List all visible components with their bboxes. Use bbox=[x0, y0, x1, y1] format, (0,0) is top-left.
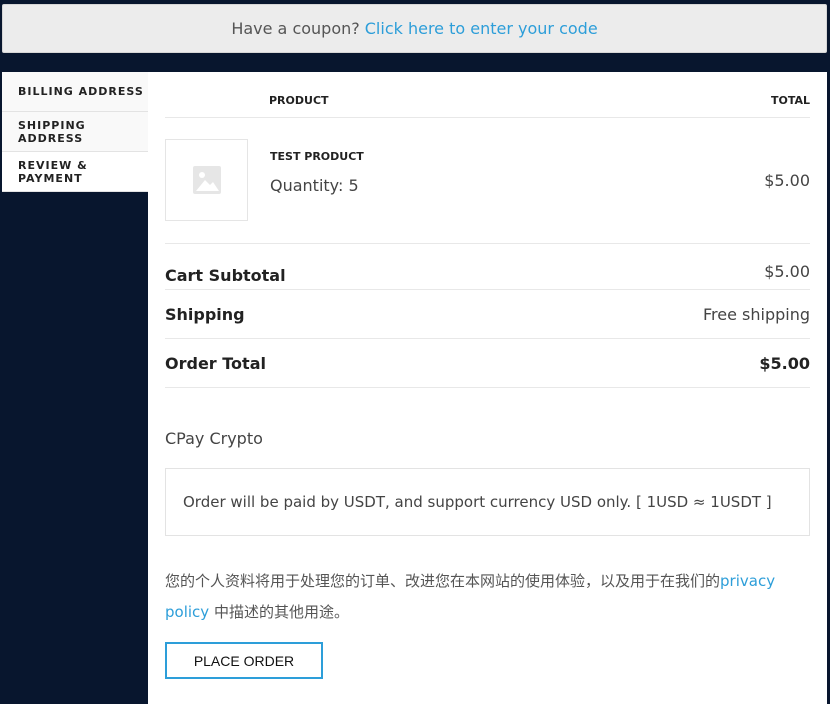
privacy-text-after: 中描述的其他用途。 bbox=[209, 603, 349, 621]
coupon-prompt: Have a coupon? bbox=[231, 19, 360, 38]
cart-subtotal-row: Cart Subtotal $5.00 bbox=[165, 244, 810, 290]
shipping-row: Shipping Free shipping bbox=[165, 290, 810, 339]
order-total-row: Order Total $5.00 bbox=[165, 339, 810, 388]
image-placeholder-icon bbox=[192, 166, 221, 194]
order-total-value: $5.00 bbox=[759, 354, 810, 373]
product-thumbnail bbox=[165, 139, 248, 221]
place-order-button[interactable]: PLACE ORDER bbox=[165, 642, 323, 679]
step-billing-address[interactable]: BILLING ADDRESS bbox=[2, 72, 148, 112]
product-name: TEST PRODUCT bbox=[270, 150, 364, 163]
column-total: TOTAL bbox=[770, 94, 810, 107]
coupon-link[interactable]: Click here to enter your code bbox=[365, 19, 598, 38]
column-product: PRODUCT bbox=[269, 94, 329, 107]
privacy-notice: 您的个人资料将用于处理您的订单、改进您在本网站的使用体验，以及用于在我们的pri… bbox=[165, 566, 797, 628]
cart-subtotal-value: $5.00 bbox=[764, 262, 810, 281]
shipping-label: Shipping bbox=[165, 305, 245, 324]
payment-description-text: Order will be paid by USDT, and support … bbox=[183, 493, 772, 511]
payment-method-description: Order will be paid by USDT, and support … bbox=[165, 468, 810, 536]
shipping-value: Free shipping bbox=[702, 305, 810, 324]
product-price: $5.00 bbox=[764, 171, 810, 190]
payment-method-label: CPay Crypto bbox=[165, 429, 263, 448]
cart-subtotal-label: Cart Subtotal bbox=[165, 266, 286, 285]
checkout-steps: BILLING ADDRESS SHIPPING ADDRESS REVIEW … bbox=[2, 72, 148, 192]
privacy-text-before: 您的个人资料将用于处理您的订单、改进您在本网站的使用体验，以及用于在我们的 bbox=[165, 572, 721, 590]
step-shipping-address[interactable]: SHIPPING ADDRESS bbox=[2, 112, 148, 152]
product-quantity: Quantity: 5 bbox=[270, 176, 359, 195]
order-table-header: PRODUCT TOTAL bbox=[165, 72, 810, 118]
order-total-label: Order Total bbox=[165, 354, 266, 373]
step-review-payment[interactable]: REVIEW & PAYMENT bbox=[2, 152, 148, 192]
coupon-bar: Have a coupon? Click here to enter your … bbox=[2, 4, 827, 53]
review-payment-panel: PRODUCT TOTAL TEST PRODUCT Quantity: 5 $… bbox=[148, 72, 827, 704]
table-row: TEST PRODUCT Quantity: 5 $5.00 bbox=[165, 118, 810, 244]
